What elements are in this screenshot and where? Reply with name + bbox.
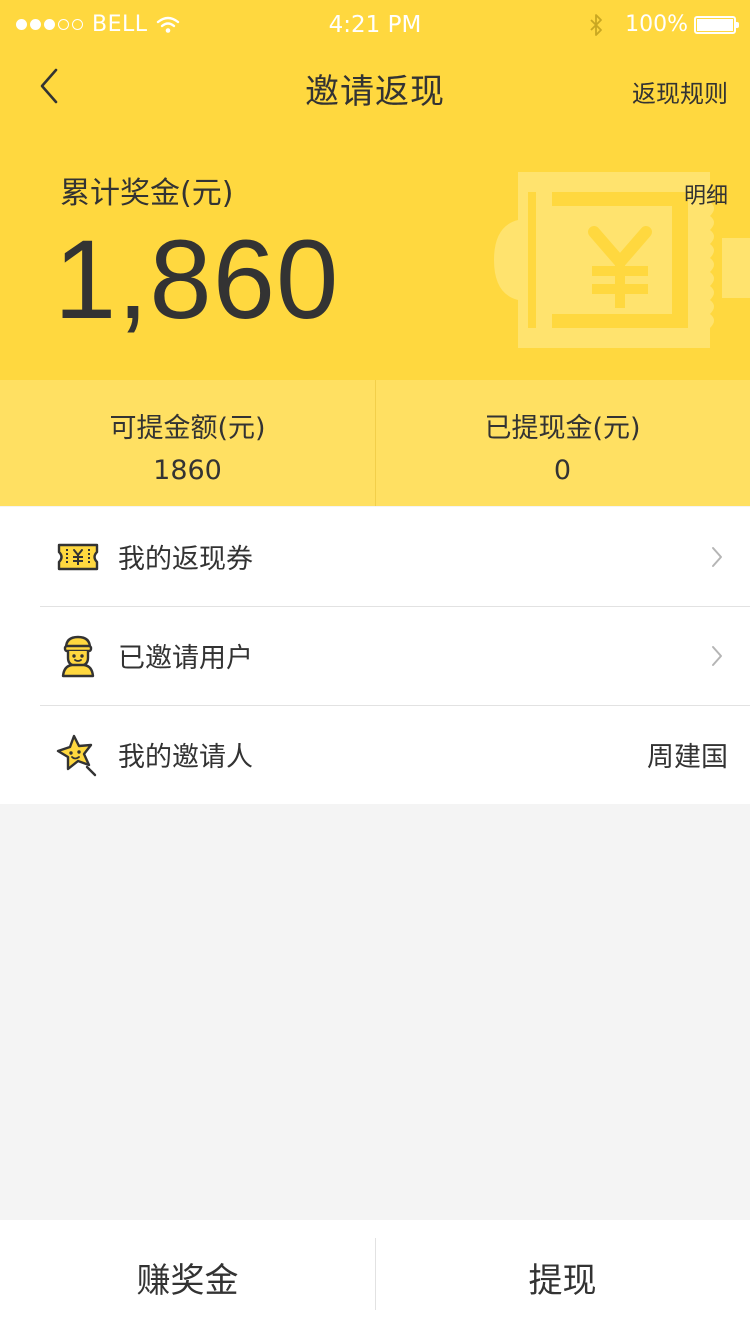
menu-label: 我的邀请人 (118, 742, 253, 773)
stat-value: 0 (553, 455, 572, 486)
menu-item-my-coupons[interactable]: 我的返现券 (0, 507, 750, 606)
coupon-icon (57, 543, 99, 570)
menu-item-invited-users[interactable]: 已邀请用户 (0, 606, 750, 705)
menu-item-my-inviter: 我的邀请人 周建国 (0, 705, 750, 804)
rules-link[interactable]: 返现规则 (632, 74, 728, 109)
nav-bar: 邀请返现 返现规则 (0, 54, 750, 118)
menu-label: 已邀请用户 (118, 643, 253, 674)
user-icon (61, 635, 95, 677)
stat-withdrawable: 可提金额(元) 1860 (0, 380, 375, 506)
bottom-action-bar: 赚奖金 提现 (0, 1220, 750, 1334)
chevron-right-icon (712, 546, 722, 567)
stat-value: 1860 (153, 455, 222, 486)
star-icon (56, 734, 97, 776)
battery-percent: 100% (625, 12, 688, 37)
stat-label: 可提金额(元) (109, 413, 266, 444)
stats-row: 可提金额(元) 1860 已提现金(元) 0 (0, 380, 750, 506)
detail-link[interactable]: 明细 (684, 178, 728, 210)
withdraw-button[interactable]: 提现 (375, 1220, 750, 1334)
stat-withdrawn: 已提现金(元) 0 (375, 380, 750, 506)
battery-icon (694, 15, 739, 34)
status-right: 100% (589, 12, 739, 37)
stat-label: 已提现金(元) (484, 413, 641, 444)
chevron-right-icon (712, 645, 722, 666)
total-bonus-label: 累计奖金(元) (60, 176, 234, 211)
menu-label: 我的返现券 (118, 544, 253, 575)
total-bonus-amount: 1,860 (54, 217, 340, 342)
inviter-name: 周建国 (647, 742, 728, 773)
header-banner: BELL 4:21 PM 100% 邀请返现 返现规则 累计奖金(元) 明细 1… (0, 0, 750, 380)
earn-bonus-button[interactable]: 赚奖金 (0, 1220, 375, 1334)
menu-list: 我的返现券 已邀请用户 我的邀请人 周建国 (0, 507, 750, 804)
status-bar: BELL 4:21 PM 100% (0, 0, 750, 54)
bluetooth-icon (590, 13, 602, 36)
